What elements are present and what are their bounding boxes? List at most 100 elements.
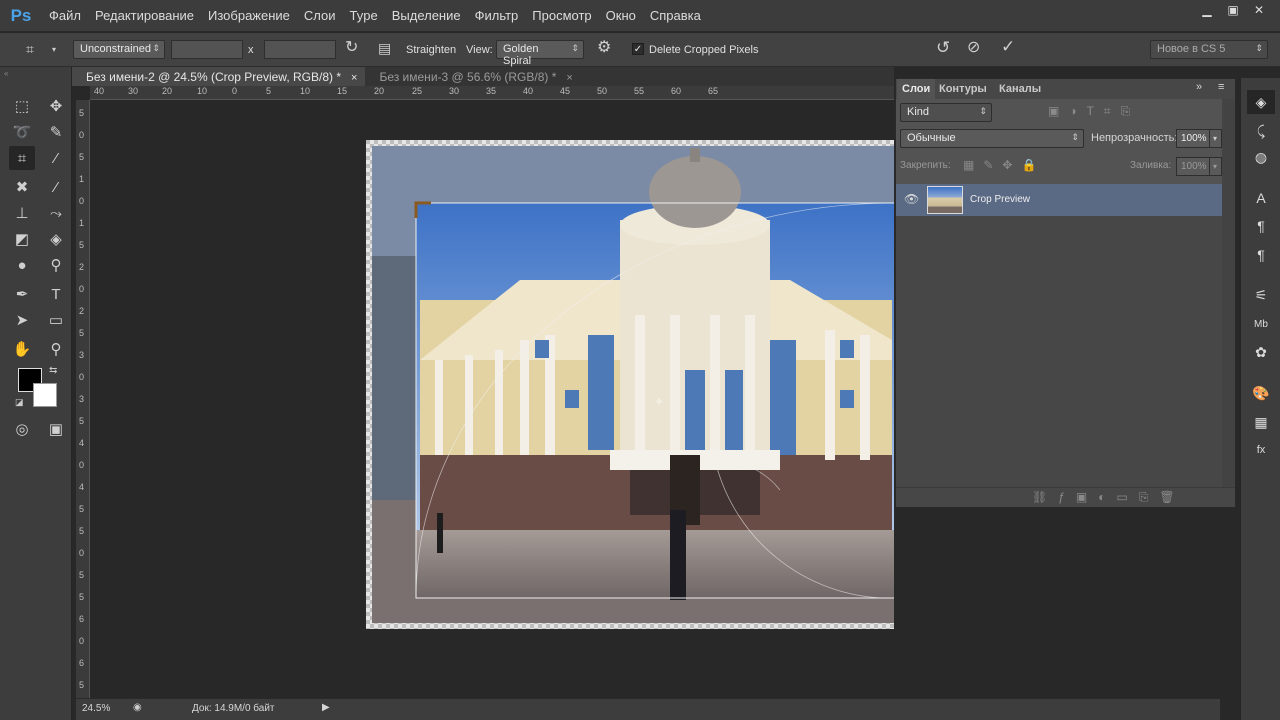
preset-dropdown-arrow-icon[interactable]: ▾: [52, 42, 56, 58]
document-canvas[interactable]: ✧: [90, 100, 894, 698]
brush-panel-icon[interactable]: ✿: [1247, 340, 1275, 364]
healing-tool-icon[interactable]: ✖: [9, 175, 35, 199]
minimize-button[interactable]: ▁: [1194, 0, 1220, 20]
menu-filter[interactable]: Фильтр: [468, 0, 526, 32]
commit-crop-icon[interactable]: ✓: [1001, 38, 1015, 55]
lasso-tool-icon[interactable]: ➰: [9, 120, 35, 144]
opacity-slider-arrow-icon[interactable]: ▾: [1209, 129, 1222, 148]
pen-tool-icon[interactable]: ✒: [9, 282, 35, 306]
stamp-tool-icon[interactable]: ⊥: [9, 201, 35, 225]
menu-help[interactable]: Справка: [643, 0, 708, 32]
fill-slider-arrow-icon[interactable]: ▾: [1209, 157, 1222, 176]
width-field[interactable]: [171, 40, 243, 59]
settings-gear-icon[interactable]: ⚙: [597, 40, 611, 56]
layer-name[interactable]: Crop Preview: [970, 194, 1030, 205]
screen-mode-icon[interactable]: ▣: [43, 417, 69, 441]
fill-field[interactable]: 100%: [1176, 157, 1210, 176]
marquee-tool-icon[interactable]: ⬚: [9, 94, 35, 118]
ruler-label: 5: [79, 328, 85, 338]
menu-select[interactable]: Выделение: [385, 0, 468, 32]
paragraph-panel-icon[interactable]: ¶: [1247, 214, 1275, 238]
tab-document-2[interactable]: Без имени-2 @ 24.5% (Crop Preview, RGB/8…: [72, 67, 366, 86]
zoom-tool-icon[interactable]: ⚲: [43, 337, 69, 361]
channels-panel-icon[interactable]: ◍: [1247, 145, 1275, 169]
menu-file[interactable]: Файл: [42, 0, 88, 32]
tab-paths[interactable]: Контуры: [934, 79, 992, 99]
swap-separator: x: [248, 44, 254, 56]
menu-layers[interactable]: Слои: [297, 0, 343, 32]
swatches-panel-icon[interactable]: 🎨: [1247, 381, 1275, 405]
path-select-tool-icon[interactable]: ➤: [9, 308, 35, 332]
layer-filter-icons[interactable]: ▣◑T⌗⎘: [1048, 104, 1140, 119]
layer-row-crop-preview[interactable]: 👁 Crop Preview: [896, 184, 1222, 216]
ruler-label: 5: [79, 680, 85, 690]
crop-preview-image[interactable]: ✧: [90, 100, 894, 698]
panel-menu-icon[interactable]: ≡: [1218, 81, 1224, 93]
paragraph-styles-icon[interactable]: ¶: [1247, 243, 1275, 267]
ruler-label: 50: [597, 86, 608, 96]
layers-scrollbar[interactable]: [1222, 99, 1235, 487]
tab-channels[interactable]: Каналы: [994, 79, 1046, 99]
quick-select-tool-icon[interactable]: ✎: [43, 120, 69, 144]
layer-kind-filter[interactable]: Kind: [900, 103, 992, 122]
ratio-dropdown[interactable]: Unconstrained: [73, 40, 165, 59]
overlay-view-dropdown[interactable]: Golden Spiral: [496, 40, 584, 67]
grid-panel-icon[interactable]: ▦: [1247, 410, 1275, 434]
ruler-label: 10: [300, 86, 311, 96]
height-field[interactable]: [264, 40, 336, 59]
tab-close-icon[interactable]: ×: [351, 72, 357, 84]
clear-icon[interactable]: ↻: [345, 40, 358, 56]
layer-action-icons[interactable]: ⛓ƒ▣◐▭⎘🗑: [1032, 490, 1186, 505]
layers-controls: Kind ▣◑T⌗⎘ Обычные Непрозрачность: 100% …: [896, 99, 1222, 185]
delete-cropped-checkbox[interactable]: ✓: [632, 43, 644, 55]
ruler-label: 1: [79, 218, 85, 228]
reset-crop-icon[interactable]: ↺: [936, 39, 950, 56]
rectangle-tool-icon[interactable]: ▭: [43, 308, 69, 332]
maximize-button[interactable]: ▣: [1220, 0, 1246, 20]
background-color-swatch[interactable]: [33, 383, 57, 407]
character-panel-icon[interactable]: A: [1247, 186, 1275, 210]
paint-bucket-tool-icon[interactable]: ◈: [43, 227, 69, 251]
layers-panel-icon[interactable]: ◈: [1247, 90, 1275, 114]
workspace-dropdown[interactable]: Новое в CS 5: [1150, 40, 1268, 59]
menu-view[interactable]: Просмотр: [525, 0, 598, 32]
menu-image[interactable]: Изображение: [201, 0, 297, 32]
brush-tool-icon[interactable]: ⁄: [43, 175, 69, 199]
straighten-icon[interactable]: ▤: [378, 40, 391, 56]
tab-close-icon[interactable]: ×: [566, 72, 572, 84]
crop-tool-icon[interactable]: ⌗: [9, 146, 35, 170]
close-button[interactable]: ✕: [1246, 0, 1272, 20]
adjustments-panel-icon[interactable]: ⚟: [1247, 283, 1275, 307]
layer-visibility-eye-icon[interactable]: 👁: [904, 192, 919, 206]
tools-collapse-icon[interactable]: «: [4, 70, 68, 78]
hand-tool-icon[interactable]: ✋: [9, 337, 35, 361]
eraser-tool-icon[interactable]: ◩: [9, 227, 35, 251]
blur-tool-icon[interactable]: ●: [9, 253, 35, 277]
blend-mode-dropdown[interactable]: Обычные: [900, 129, 1084, 148]
straighten-label[interactable]: Straighten: [406, 44, 456, 56]
styles-panel-icon[interactable]: fx: [1247, 438, 1275, 462]
default-colors-icon[interactable]: ◪: [15, 397, 24, 408]
tab-layers[interactable]: Слои: [897, 79, 936, 99]
history-brush-tool-icon[interactable]: ⤳: [43, 201, 69, 225]
paths-panel-icon[interactable]: ⤹: [1247, 119, 1275, 143]
menu-window[interactable]: Окно: [599, 0, 643, 32]
menu-edit[interactable]: Редактирование: [88, 0, 201, 32]
cancel-crop-icon[interactable]: ⊘: [967, 40, 980, 56]
mini-bridge-icon[interactable]: Mb: [1247, 312, 1275, 336]
type-tool-icon[interactable]: T: [43, 282, 69, 306]
quick-mask-icon[interactable]: ◎: [9, 417, 35, 441]
tab-document-3[interactable]: Без имени-3 @ 56.6% (RGB/8) * ×: [365, 67, 580, 86]
swap-colors-icon[interactable]: ⇆: [49, 365, 57, 376]
opacity-field[interactable]: 100%: [1176, 129, 1210, 148]
crop-tool-preset-icon[interactable]: ⌗: [26, 41, 34, 57]
panel-collapse-icon[interactable]: »: [1196, 81, 1202, 93]
move-tool-icon[interactable]: ✥: [43, 94, 69, 118]
status-info-icon[interactable]: ◉: [133, 702, 142, 713]
zoom-level[interactable]: 24.5%: [82, 703, 110, 714]
eyedropper-tool-icon[interactable]: ⁄: [43, 146, 69, 170]
lock-icons[interactable]: ▦✎✥🔒: [963, 158, 1045, 172]
dodge-tool-icon[interactable]: ⚲: [43, 253, 69, 277]
menu-type[interactable]: Type: [343, 0, 385, 32]
status-menu-arrow-icon[interactable]: ▶: [322, 702, 330, 713]
